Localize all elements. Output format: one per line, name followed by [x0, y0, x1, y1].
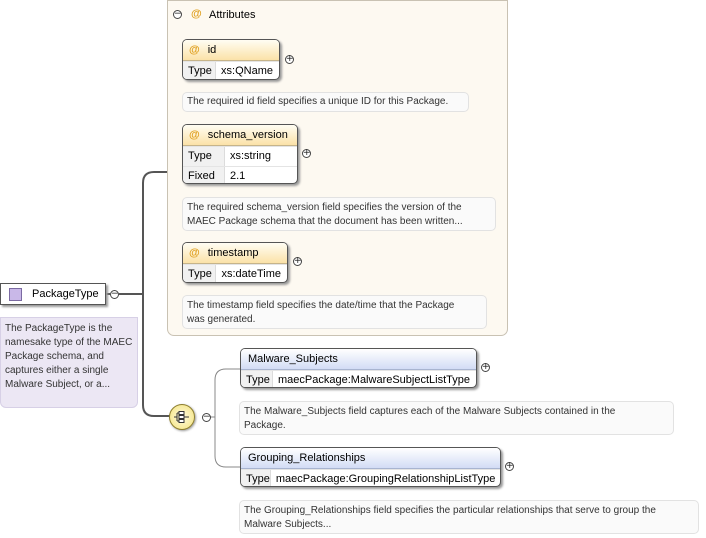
attribute-timestamp-description: The timestamp field specifies the date/t…: [182, 295, 487, 329]
row-key: Type: [241, 371, 274, 387]
attribute-schema-version-description: The required schema_version field specif…: [182, 197, 496, 231]
collapse-package-type-icon[interactable]: −: [110, 290, 119, 299]
attribute-id[interactable]: @ id Type xs:QName: [182, 39, 280, 80]
complex-type-icon: [9, 287, 22, 301]
row-value: xs:dateTime: [221, 268, 281, 280]
description-line: was generated.: [187, 314, 256, 325]
description-line: Package.: [244, 420, 286, 431]
row-key: Type: [183, 147, 225, 166]
row-key: Type: [241, 470, 271, 486]
row-value: xs:string: [230, 150, 271, 162]
description-line: The Grouping_Relationships field specifi…: [244, 505, 656, 516]
row-value: 2.1: [230, 170, 246, 182]
attribute-icon: @: [189, 247, 200, 259]
row-key: Fixed: [183, 167, 225, 183]
package-type-description: The PackageType is the namesake type of …: [0, 317, 138, 408]
attribute-icon: @: [189, 129, 200, 141]
package-type-name: PackageType: [32, 288, 99, 300]
attribute-icon: @: [189, 44, 200, 56]
row-key: Type: [183, 265, 217, 282]
row-value: xs:QName: [221, 65, 273, 77]
collapse-attributes-icon[interactable]: −: [173, 10, 182, 19]
description-line: The Malware_Subjects field captures each…: [244, 406, 616, 417]
element-grouping-relationships-description: The Grouping_Relationships field specifi…: [239, 500, 699, 534]
expand-timestamp-icon[interactable]: +: [293, 257, 302, 266]
element-name: Grouping_Relationships: [241, 448, 500, 469]
sequence-glyph-icon: [174, 411, 189, 423]
attribute-name: id: [207, 44, 217, 56]
attribute-timestamp[interactable]: @ timestamp Type xs:dateTime: [182, 242, 288, 283]
attribute-name: schema_version: [207, 129, 288, 141]
expand-schema-version-icon[interactable]: +: [302, 149, 311, 158]
attributes-title: Attributes: [209, 9, 256, 21]
expand-id-icon[interactable]: +: [285, 55, 294, 64]
row-value: maecPackage:GroupingRelationshipListType: [275, 473, 496, 485]
package-type-node[interactable]: PackageType: [0, 283, 106, 305]
description-line: The timestamp field specifies the date/t…: [187, 300, 455, 311]
element-malware-subjects-description: The Malware_Subjects field captures each…: [239, 401, 674, 435]
sequence-compositor-icon[interactable]: [169, 404, 195, 430]
description-line: Malware Subjects...: [244, 519, 332, 530]
attribute-name: timestamp: [207, 247, 259, 259]
expand-malware-subjects-icon[interactable]: +: [481, 363, 490, 372]
description-line: The required schema_version field specif…: [187, 202, 462, 213]
attribute-id-description: The required id field specifies a unique…: [182, 92, 469, 112]
element-grouping-relationships[interactable]: Grouping_Relationships Type maecPackage:G…: [240, 447, 501, 487]
attributes-at-icon: @: [191, 8, 202, 20]
expand-grouping-relationships-icon[interactable]: +: [505, 462, 514, 471]
attribute-schema-version[interactable]: @ schema_version Type xs:string Fixed 2.1: [182, 124, 298, 184]
description-line: MAEC Package schema that the document ha…: [187, 216, 463, 227]
collapse-sequence-icon[interactable]: −: [202, 413, 211, 422]
element-malware-subjects[interactable]: Malware_Subjects Type maecPackage:Malware…: [240, 348, 477, 388]
row-value: maecPackage:MalwareSubjectListType: [278, 374, 470, 386]
element-name: Malware_Subjects: [241, 349, 476, 370]
row-key: Type: [183, 62, 217, 79]
